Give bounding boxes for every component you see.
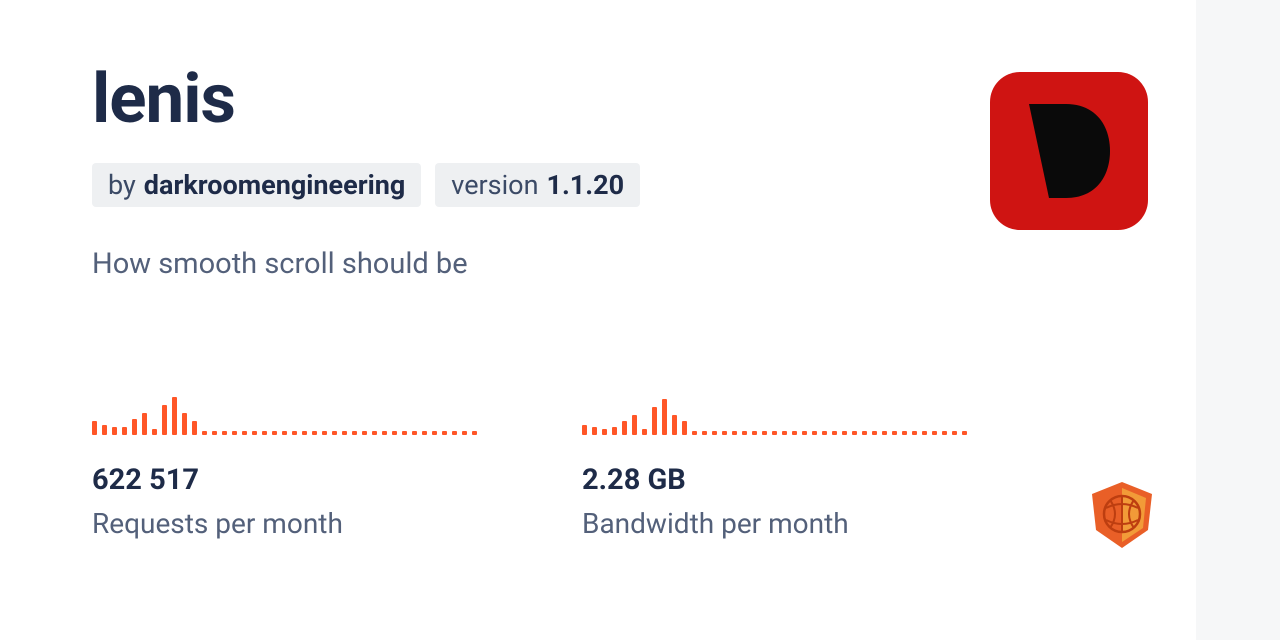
author-prefix: by xyxy=(108,169,136,201)
author-name: darkroomengineering xyxy=(144,169,406,201)
spark-bar xyxy=(412,431,417,435)
spark-bar xyxy=(722,431,727,435)
spark-bar xyxy=(732,431,737,435)
spark-bar xyxy=(382,431,387,435)
spark-bar xyxy=(312,431,317,435)
spark-bar xyxy=(462,431,467,435)
spark-bar xyxy=(472,431,477,435)
requests-label: Requests per month xyxy=(92,507,492,540)
spark-bar xyxy=(802,431,807,435)
spark-bar xyxy=(252,431,257,435)
requests-value: 622 517 xyxy=(92,463,492,497)
spark-bar xyxy=(782,431,787,435)
spark-bar xyxy=(442,431,447,435)
spark-bar xyxy=(852,431,857,435)
spark-bar xyxy=(192,421,197,435)
spark-bar xyxy=(282,431,287,435)
spark-bar xyxy=(682,421,687,435)
spark-bar xyxy=(952,431,957,435)
requests-sparkline xyxy=(92,391,492,435)
spark-bar xyxy=(812,431,817,435)
spark-bar xyxy=(132,419,137,435)
spark-bar xyxy=(362,431,367,435)
spark-bar xyxy=(422,431,427,435)
spark-bar xyxy=(642,429,647,435)
bandwidth-stat: 2.28 GB Bandwidth per month xyxy=(582,391,982,540)
stats-row: 622 517 Requests per month 2.28 GB Bandw… xyxy=(92,391,1166,540)
main-content: lenis by darkroomengineering version 1.1… xyxy=(0,0,1196,640)
right-sidebar xyxy=(1196,0,1280,640)
spark-bar xyxy=(752,431,757,435)
spark-bar xyxy=(662,399,667,435)
jsdelivr-shield-icon xyxy=(1092,482,1152,548)
package-logo xyxy=(990,72,1148,230)
author-chip[interactable]: by darkroomengineering xyxy=(92,163,421,207)
spark-bar xyxy=(292,431,297,435)
spark-bar xyxy=(932,431,937,435)
spark-bar xyxy=(302,431,307,435)
spark-bar xyxy=(652,407,657,435)
spark-bar xyxy=(432,431,437,435)
spark-bar xyxy=(222,431,227,435)
spark-bar xyxy=(122,427,127,435)
spark-bar xyxy=(162,405,167,435)
spark-bar xyxy=(172,397,177,435)
version-prefix: version xyxy=(451,169,538,201)
spark-bar xyxy=(92,421,97,435)
version-chip[interactable]: version 1.1.20 xyxy=(435,163,640,207)
spark-bar xyxy=(202,431,207,435)
spark-bar xyxy=(842,431,847,435)
spark-bar xyxy=(742,431,747,435)
spark-bar xyxy=(712,431,717,435)
spark-bar xyxy=(762,431,767,435)
spark-bar xyxy=(772,431,777,435)
spark-bar xyxy=(622,421,627,435)
package-description: How smooth scroll should be xyxy=(92,247,1166,281)
spark-bar xyxy=(392,431,397,435)
bandwidth-value: 2.28 GB xyxy=(582,463,982,497)
spark-bar xyxy=(892,431,897,435)
spark-bar xyxy=(242,431,247,435)
logo-letter-icon xyxy=(1026,96,1112,206)
spark-bar xyxy=(352,431,357,435)
spark-bar xyxy=(272,431,277,435)
version-value: 1.1.20 xyxy=(546,169,624,201)
spark-bar xyxy=(792,431,797,435)
spark-bar xyxy=(692,431,697,435)
spark-bar xyxy=(862,431,867,435)
spark-bar xyxy=(322,431,327,435)
spark-bar xyxy=(342,431,347,435)
spark-bar xyxy=(602,429,607,435)
spark-bar xyxy=(402,431,407,435)
spark-bar xyxy=(582,425,587,435)
spark-bar xyxy=(882,431,887,435)
spark-bar xyxy=(632,415,637,435)
spark-bar xyxy=(142,413,147,435)
spark-bar xyxy=(262,431,267,435)
spark-bar xyxy=(822,431,827,435)
spark-bar xyxy=(702,431,707,435)
spark-bar xyxy=(612,427,617,435)
requests-stat: 622 517 Requests per month xyxy=(92,391,492,540)
bandwidth-sparkline xyxy=(582,391,982,435)
spark-bar xyxy=(872,431,877,435)
spark-bar xyxy=(112,427,117,435)
spark-bar xyxy=(912,431,917,435)
spark-bar xyxy=(832,431,837,435)
spark-bar xyxy=(102,425,107,435)
bandwidth-label: Bandwidth per month xyxy=(582,507,982,540)
spark-bar xyxy=(902,431,907,435)
spark-bar xyxy=(372,431,377,435)
spark-bar xyxy=(452,431,457,435)
spark-bar xyxy=(232,431,237,435)
spark-bar xyxy=(592,427,597,435)
spark-bar xyxy=(672,415,677,435)
spark-bar xyxy=(332,431,337,435)
spark-bar xyxy=(212,431,217,435)
spark-bar xyxy=(152,429,157,435)
spark-bar xyxy=(942,431,947,435)
spark-bar xyxy=(182,413,187,435)
spark-bar xyxy=(962,431,967,435)
spark-bar xyxy=(922,431,927,435)
